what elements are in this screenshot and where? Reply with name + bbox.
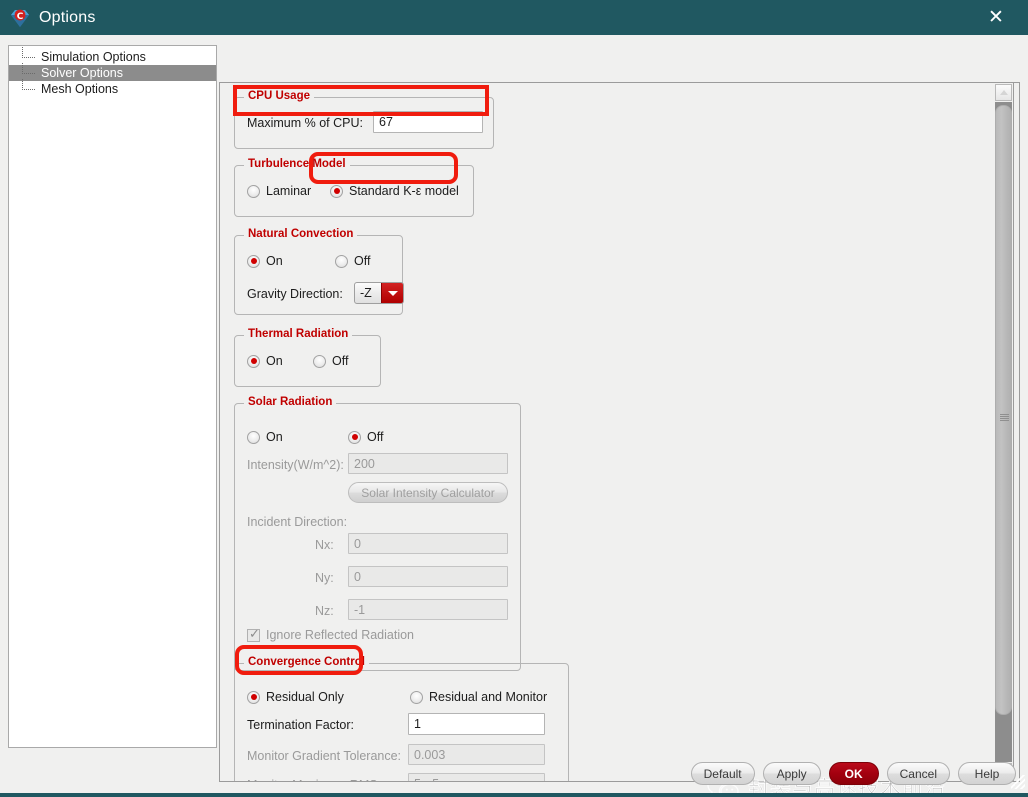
close-icon[interactable]: ✕: [974, 0, 1018, 35]
radio-standard-k-epsilon[interactable]: Standard K-ε model: [330, 184, 459, 198]
gravity-direction-label: Gravity Direction:: [247, 287, 343, 301]
thermal-radiation-group: Thermal Radiation On Off: [234, 328, 381, 387]
max-cpu-input[interactable]: [373, 111, 483, 133]
radio-thermal-radiation-on[interactable]: On: [247, 354, 283, 368]
sidebar-item-label: Simulation Options: [41, 50, 146, 64]
scroll-up-icon[interactable]: [995, 84, 1012, 101]
solver-options-content: CPU Usage Maximum % of CPU: Turbulence M…: [220, 83, 1002, 781]
monitor-maximum-rms-input[interactable]: [408, 773, 545, 781]
sidebar-item-label: Mesh Options: [41, 82, 119, 96]
ny-input[interactable]: [348, 566, 508, 587]
radio-label: Off: [332, 354, 349, 368]
solar-radiation-group: Solar Radiation On Off Intensity(W/m^2):…: [234, 396, 521, 671]
radio-indicator: [247, 354, 260, 368]
nx-input[interactable]: [348, 533, 508, 554]
tree-connector-icon: [19, 79, 41, 97]
thermal-radiation-legend: Thermal Radiation: [244, 328, 353, 340]
radio-indicator: [410, 690, 423, 704]
max-cpu-label: Maximum % of CPU:: [247, 116, 363, 130]
sidebar-item-simulation-options[interactable]: Simulation Options: [9, 47, 216, 65]
radio-label: On: [266, 254, 283, 268]
radio-label: Off: [367, 430, 384, 444]
solver-options-panel: CPU Usage Maximum % of CPU: Turbulence M…: [219, 82, 1020, 782]
chevron-down-icon[interactable]: [381, 283, 403, 303]
radio-label: Off: [354, 254, 371, 268]
termination-factor-label: Termination Factor:: [247, 718, 354, 732]
radio-label: Residual Only: [266, 690, 344, 704]
options-dialog: C Options ✕ Simulation Options Solver Op…: [0, 0, 1028, 797]
resize-grip-icon[interactable]: [1011, 775, 1025, 789]
solar-radiation-legend: Solar Radiation: [244, 396, 337, 408]
checkbox-label: Ignore Reflected Radiation: [266, 628, 415, 642]
cpu-usage-legend: CPU Usage: [244, 90, 314, 102]
ok-button[interactable]: OK: [828, 762, 879, 785]
radio-laminar[interactable]: Laminar: [247, 184, 311, 198]
scrollbar-thumb[interactable]: [995, 105, 1012, 715]
monitor-gradient-tolerance-label: Monitor Gradient Tolerance:: [247, 749, 402, 763]
ny-label: Ny:: [315, 571, 334, 585]
solar-intensity-calculator-button[interactable]: Solar Intensity Calculator: [348, 482, 508, 503]
convergence-legend: Convergence Control: [244, 656, 369, 668]
dialog-button-bar: Default Apply OK Cancel Help: [690, 762, 1016, 785]
radio-label: Laminar: [266, 184, 312, 198]
radio-indicator: [247, 184, 260, 198]
convergence-control-group: Convergence Control Residual Only Residu…: [234, 656, 569, 781]
turbulence-model-group: Turbulence Model Laminar Standard K-ε mo…: [234, 158, 474, 217]
nz-label: Nz:: [315, 604, 334, 618]
turbulence-legend: Turbulence Model: [244, 158, 350, 170]
natural-convection-legend: Natural Convection: [244, 228, 358, 240]
solar-intensity-input[interactable]: [348, 453, 508, 474]
radio-indicator: [335, 254, 348, 268]
termination-factor-input[interactable]: [408, 713, 545, 735]
radio-indicator: [330, 184, 343, 198]
gravity-direction-select[interactable]: -Z: [354, 282, 404, 304]
gem-icon: C: [9, 7, 31, 29]
options-tree[interactable]: Simulation Options Solver Options Mesh O…: [8, 45, 217, 748]
radio-indicator: [348, 430, 361, 444]
natural-convection-group: Natural Convection On Off Gravity Direct…: [234, 228, 404, 315]
apply-button[interactable]: Apply: [762, 762, 821, 785]
radio-label: Residual and Monitor: [429, 690, 548, 704]
default-button[interactable]: Default: [690, 762, 755, 785]
window-bottom-edge: [0, 793, 1028, 797]
radio-solar-radiation-off[interactable]: Off: [348, 430, 383, 444]
radio-indicator: [247, 254, 260, 268]
scrollbar-grip-icon: [1000, 414, 1009, 422]
sidebar-item-label: Solver Options: [41, 66, 123, 80]
cpu-usage-group: CPU Usage Maximum % of CPU:: [234, 90, 494, 149]
title-bar: C Options ✕: [0, 0, 1028, 35]
nx-label: Nx:: [315, 538, 334, 552]
checkbox-indicator: ✓: [247, 625, 260, 642]
sidebar-item-solver-options[interactable]: Solver Options: [9, 63, 216, 81]
radio-indicator: [247, 430, 260, 444]
radio-label: On: [266, 354, 283, 368]
nz-input[interactable]: [348, 599, 508, 620]
radio-label: Standard K-ε model: [349, 184, 459, 198]
monitor-maximum-rms-label: Monitor Maximum RMS:: [247, 778, 381, 781]
radio-solar-radiation-on[interactable]: On: [247, 430, 283, 444]
radio-residual-only[interactable]: Residual Only: [247, 690, 344, 704]
help-button[interactable]: Help: [958, 762, 1016, 785]
radio-natural-convection-on[interactable]: On: [247, 254, 283, 268]
window-title: Options: [39, 8, 96, 26]
svg-text:C: C: [17, 12, 24, 22]
radio-natural-convection-off[interactable]: Off: [335, 254, 370, 268]
radio-residual-and-monitor[interactable]: Residual and Monitor: [410, 690, 547, 704]
radio-indicator: [247, 690, 260, 704]
ignore-reflected-radiation-checkbox[interactable]: ✓ Ignore Reflected Radiation: [247, 625, 415, 642]
radio-thermal-radiation-off[interactable]: Off: [313, 354, 348, 368]
monitor-gradient-tolerance-input[interactable]: [408, 744, 545, 765]
cancel-button[interactable]: Cancel: [886, 762, 950, 785]
radio-label: On: [266, 430, 283, 444]
solar-intensity-label: Intensity(W/m^2):: [247, 458, 344, 472]
incident-direction-label: Incident Direction:: [247, 515, 348, 529]
dialog-body: Simulation Options Solver Options Mesh O…: [0, 35, 1028, 797]
vertical-scrollbar[interactable]: [994, 82, 1014, 782]
gravity-direction-value: -Z: [360, 286, 372, 300]
sidebar-item-mesh-options[interactable]: Mesh Options: [9, 79, 216, 97]
radio-indicator: [313, 354, 326, 368]
